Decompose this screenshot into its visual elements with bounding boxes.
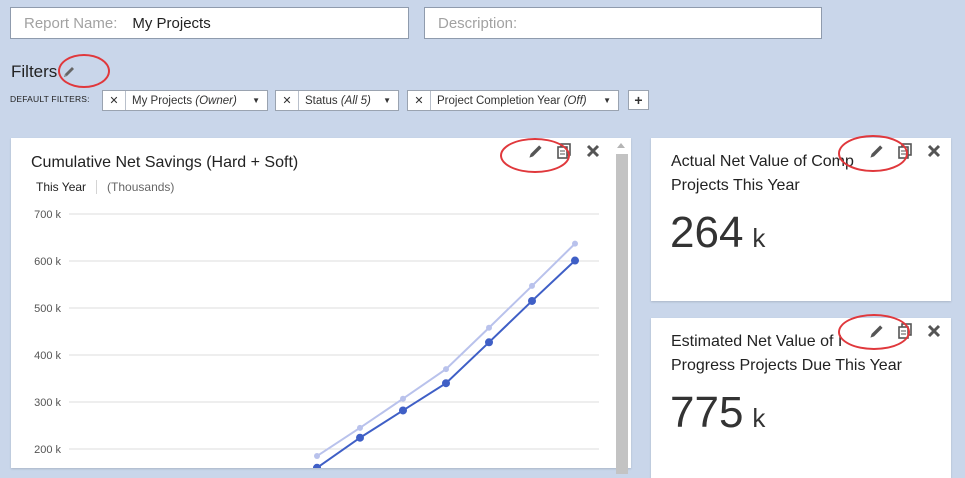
data-point[interactable] bbox=[400, 395, 406, 402]
y-tick-label: 300 k bbox=[34, 397, 61, 409]
data-point[interactable] bbox=[486, 324, 492, 331]
plus-icon: + bbox=[634, 92, 643, 108]
kpi-number: 775 bbox=[670, 388, 744, 437]
y-tick-label: 600 k bbox=[34, 256, 61, 268]
kpi-unit: k bbox=[752, 223, 766, 253]
chip-name: My Projects bbox=[132, 94, 193, 107]
kpi-unit: k bbox=[752, 403, 766, 433]
data-point[interactable] bbox=[442, 379, 450, 388]
filters-heading: Filters bbox=[11, 62, 76, 82]
add-filter-button[interactable]: + bbox=[628, 90, 649, 110]
data-point[interactable] bbox=[572, 240, 578, 247]
kpi-tools bbox=[863, 322, 943, 340]
caret-down-icon[interactable]: ▼ bbox=[252, 96, 267, 105]
description-placeholder: Description: bbox=[438, 14, 518, 32]
kpi-number: 264 bbox=[670, 208, 744, 257]
scroll-up-arrow[interactable] bbox=[617, 143, 625, 148]
filter-chip-my-projects[interactable]: ✕ My Projects (Owner) ▼ bbox=[102, 90, 268, 111]
pencil-icon[interactable] bbox=[62, 65, 76, 79]
y-tick-label: 700 k bbox=[34, 209, 61, 221]
copy-icon[interactable] bbox=[896, 142, 914, 160]
chip-name: Project Completion Year bbox=[437, 94, 561, 107]
chart-panel: Cumulative Net Savings (Hard + Soft) Thi… bbox=[11, 138, 631, 474]
default-filters-label: DEFAULT FILTERS: bbox=[10, 94, 90, 104]
pencil-icon[interactable] bbox=[867, 322, 885, 340]
kpi-tools bbox=[863, 142, 943, 160]
data-point[interactable] bbox=[314, 453, 320, 460]
copy-icon[interactable] bbox=[896, 322, 914, 340]
close-icon[interactable]: ✕ bbox=[276, 91, 299, 110]
caret-down-icon[interactable]: ▼ bbox=[383, 96, 398, 105]
description-field[interactable]: Description: bbox=[424, 7, 822, 39]
chip-name: Status bbox=[305, 94, 338, 107]
data-point[interactable] bbox=[529, 282, 535, 289]
data-point[interactable] bbox=[357, 424, 363, 431]
kpi-panel-actual: Actual Net Value of Comp Projects This Y… bbox=[651, 138, 951, 301]
data-point[interactable] bbox=[356, 433, 364, 442]
report-name-field[interactable]: Report Name: My Projects bbox=[10, 7, 409, 39]
y-tick-label: 200 k bbox=[34, 444, 61, 456]
report-name-value: My Projects bbox=[132, 14, 211, 32]
data-point[interactable] bbox=[485, 338, 493, 347]
filter-chip-completion-year[interactable]: ✕ Project Completion Year (Off) ▼ bbox=[407, 90, 619, 111]
scrollbar[interactable] bbox=[616, 154, 628, 474]
y-tick-label: 400 k bbox=[34, 350, 61, 362]
close-icon[interactable] bbox=[925, 142, 943, 160]
kpi-value: 264 k bbox=[670, 208, 765, 258]
pencil-icon[interactable] bbox=[867, 142, 885, 160]
close-icon[interactable] bbox=[925, 322, 943, 340]
caret-down-icon[interactable]: ▼ bbox=[603, 96, 618, 105]
data-point[interactable] bbox=[443, 366, 449, 373]
line-chart: 700 k 600 k 500 k 400 k 300 k 200 k bbox=[34, 209, 599, 468]
kpi-value: 775 k bbox=[670, 388, 765, 438]
report-name-label: Report Name: bbox=[24, 14, 118, 32]
series-line bbox=[316, 242, 576, 457]
chip-qualifier: (Owner) bbox=[195, 94, 237, 107]
close-icon[interactable]: ✕ bbox=[103, 91, 126, 110]
kpi-title-line1: Actual Net Value of Comp bbox=[671, 153, 854, 170]
data-point[interactable] bbox=[528, 296, 536, 305]
close-icon[interactable]: ✕ bbox=[408, 91, 431, 110]
data-point[interactable] bbox=[399, 406, 407, 415]
filters-title: Filters bbox=[11, 62, 58, 81]
chip-qualifier: (All 5) bbox=[340, 94, 371, 107]
y-tick-label: 500 k bbox=[34, 303, 61, 315]
data-point[interactable] bbox=[313, 463, 321, 468]
kpi-title: Actual Net Value of Comp Projects This Y… bbox=[671, 150, 854, 198]
filter-chip-status[interactable]: ✕ Status (All 5) ▼ bbox=[275, 90, 399, 111]
kpi-title-line2: Projects This Year bbox=[671, 177, 800, 194]
series-line bbox=[316, 259, 576, 468]
data-point[interactable] bbox=[571, 256, 579, 265]
kpi-title-line2: Progress Projects Due This Year bbox=[671, 357, 902, 374]
chip-qualifier: (Off) bbox=[563, 94, 587, 107]
kpi-panel-estimated: Estimated Net Value of I Progress Projec… bbox=[651, 318, 951, 478]
